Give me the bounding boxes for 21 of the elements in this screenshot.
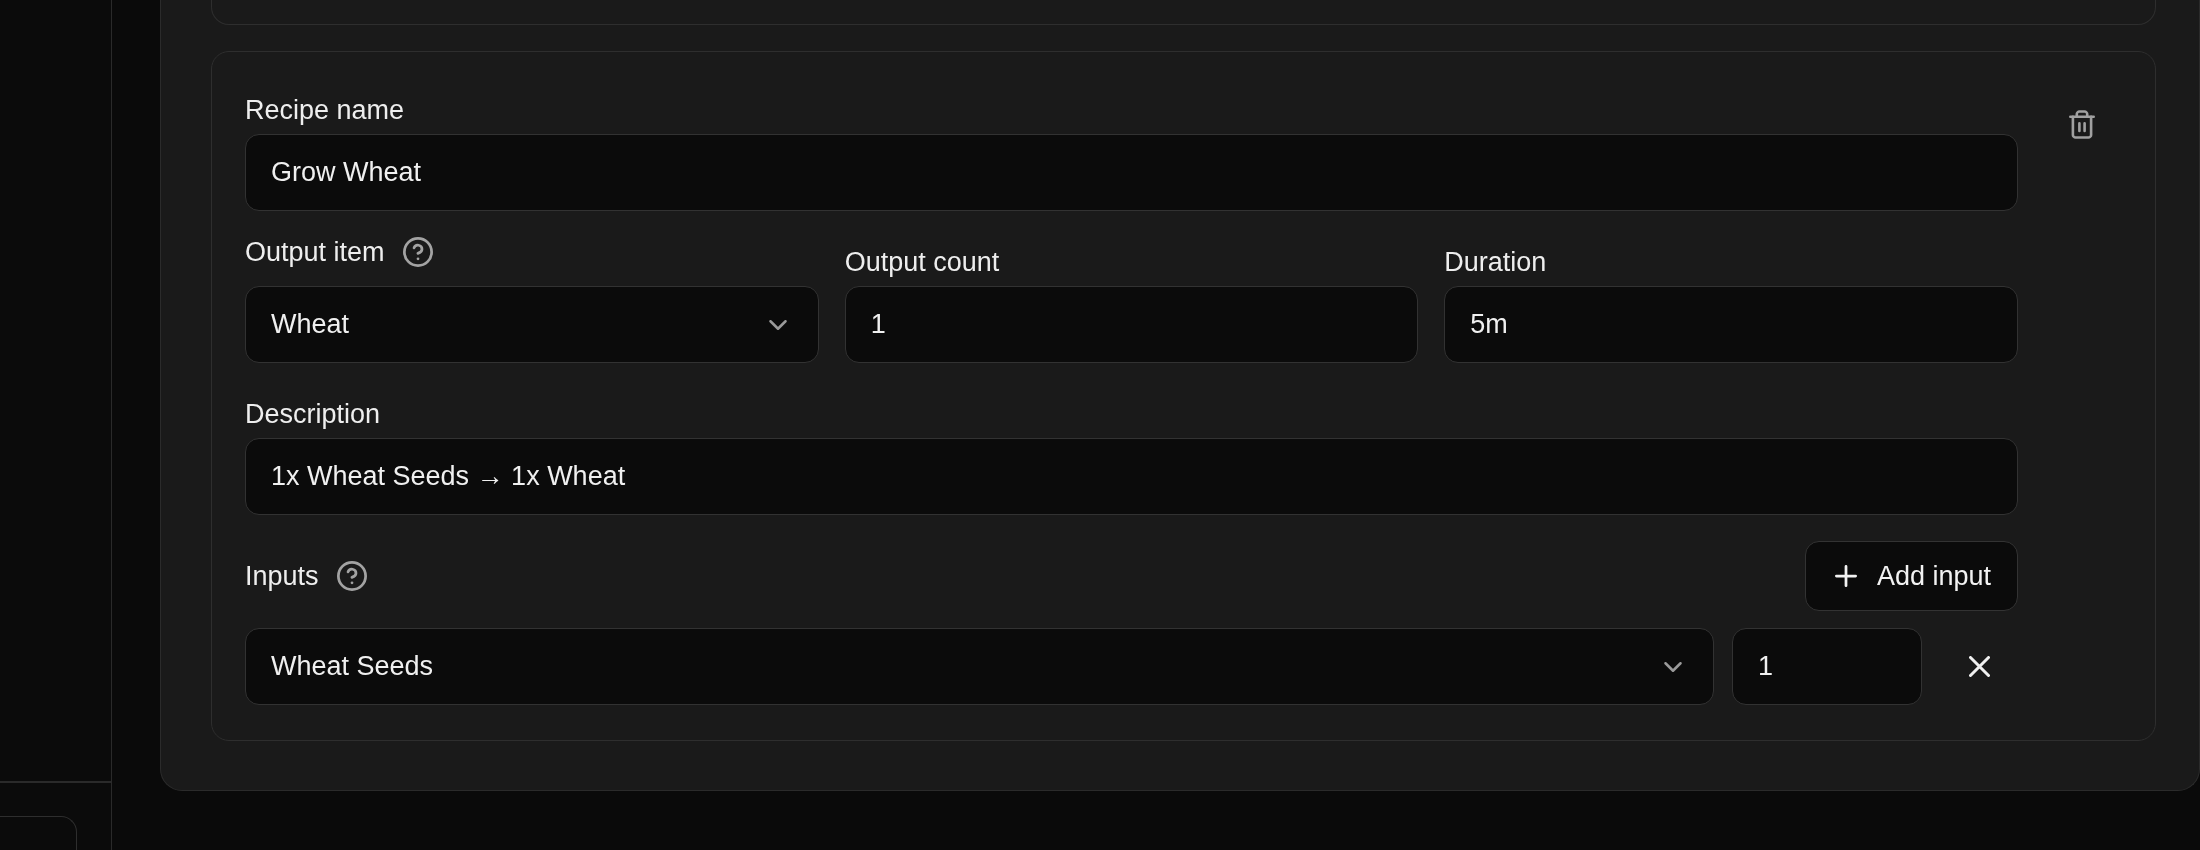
field-label: Description	[245, 398, 381, 430]
chevron-down-icon	[1664, 661, 1682, 672]
text-input[interactable]: 5m	[1444, 286, 2018, 363]
field-label: Duration	[1444, 246, 1547, 278]
field-label: Output item	[245, 236, 385, 268]
plus-icon	[1834, 565, 1857, 587]
dropdown-select[interactable]: Wheat	[245, 286, 819, 363]
help-icon[interactable]	[336, 561, 367, 591]
text-input[interactable]: 1	[844, 286, 1419, 363]
quantity-input[interactable]: 1	[1732, 628, 1922, 705]
add-input-button[interactable]: Add input	[1804, 541, 2018, 611]
field-label: Recipe name	[245, 94, 405, 126]
trash-icon	[2069, 110, 2095, 139]
close-icon	[1968, 656, 1990, 677]
field-label: Inputs	[245, 560, 319, 592]
text-input[interactable]: Grow Wheat	[245, 134, 2018, 211]
text-input[interactable]: 1x Wheat Seeds → 1x Wheat	[245, 438, 2018, 515]
dropdown-select[interactable]: Wheat Seeds	[245, 628, 1714, 705]
chevron-down-icon	[768, 319, 787, 330]
field-label: Output count	[844, 246, 1000, 278]
help-icon[interactable]	[402, 237, 433, 267]
